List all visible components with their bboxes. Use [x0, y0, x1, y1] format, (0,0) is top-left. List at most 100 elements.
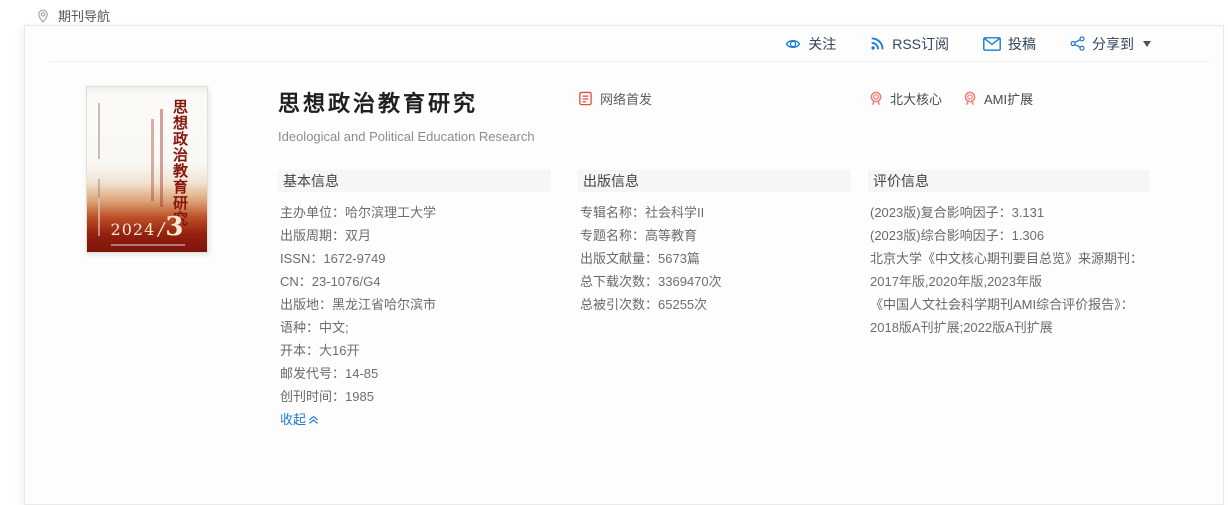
- row-label: 出版周期：: [280, 228, 345, 243]
- section-publication-info: 出版信息 专辑名称：社会科学II 专题名称：高等教育 出版文献量：5673篇 总…: [578, 170, 851, 431]
- cover-decor-strip: [151, 119, 154, 201]
- section-evaluation-info: 评价信息 (2023版)复合影响因子：3.131 (2023版)综合影响因子：1…: [868, 170, 1149, 431]
- row-value: 中文;: [319, 320, 349, 335]
- row-label: 创刊时间：: [280, 389, 345, 404]
- info-row-host: 主办单位：哈尔滨理工大学: [280, 201, 551, 224]
- info-row-citations: 总被引次数：65255次: [580, 293, 851, 316]
- submit-label: 投稿: [1008, 34, 1036, 54]
- badge-label: 北大核心: [890, 89, 942, 108]
- row-label: 专辑名称：: [580, 205, 645, 220]
- online-first-cell: 网络首发: [578, 86, 851, 144]
- row-label: 总下载次数：: [580, 274, 658, 289]
- row-value: 5673篇: [658, 251, 700, 266]
- row-value: 2017年版,2020年版,2023年版: [870, 274, 1042, 289]
- follow-button[interactable]: 关注: [785, 34, 836, 54]
- row-label: 总被引次数：: [580, 297, 658, 312]
- journal-title: 思想政治教育研究: [278, 86, 551, 118]
- collapse-link[interactable]: 收起: [280, 408, 319, 431]
- evaluation-info-rows: (2023版)复合影响因子：3.131 (2023版)综合影响因子：1.306 …: [868, 201, 1149, 339]
- row-value: 2018版A刊扩展;2022版A刊扩展: [870, 320, 1053, 335]
- info-row-topic: 专题名称：高等教育: [580, 224, 851, 247]
- core-badges: 北大核心 AMI扩展: [868, 86, 1223, 144]
- collapse-label: 收起: [280, 408, 306, 431]
- row-label: (2023版)复合影响因子：: [870, 205, 1012, 220]
- row-value: 3.131: [1012, 205, 1045, 220]
- info-row-founded: 创刊时间：1985: [280, 385, 551, 408]
- info-row-format: 开本：大16开: [280, 339, 551, 362]
- row-label: (2023版)综合影响因子：: [870, 228, 1012, 243]
- journal-info: 思想政治教育研究 Ideological and Political Educa…: [278, 86, 1223, 431]
- journal-cover[interactable]: 思想政治教育研究 2024/3: [86, 86, 208, 253]
- cover-title: 思想政治教育研究: [172, 99, 187, 227]
- submit-manuscript-button[interactable]: 投稿: [983, 34, 1036, 54]
- journal-title-en: Ideological and Political Education Rese…: [278, 129, 551, 144]
- journal-detail-card: 关注 RSS订阅 投稿: [24, 25, 1224, 505]
- info-row-ami-report: 《中国人文社会科学期刊AMI综合评价报告》： 2018版A刊扩展;2022版A刊扩…: [870, 293, 1149, 339]
- row-label: 出版文献量：: [580, 251, 658, 266]
- row-label: 语种：: [280, 320, 319, 335]
- badge-ami-extend: AMI扩展: [962, 89, 1033, 108]
- cover-issue: 3: [165, 212, 183, 242]
- cover-slash: /: [158, 219, 164, 240]
- row-label: 主办单位：: [280, 205, 345, 220]
- row-value: 23-1076/G4: [312, 274, 381, 289]
- action-bar: 关注 RSS订阅 投稿: [49, 26, 1209, 62]
- info-row-frequency: 出版周期：双月: [280, 224, 551, 247]
- cover-subline: [111, 244, 185, 246]
- row-value: 1672-9749: [323, 251, 385, 266]
- cover-decor-strip: [98, 103, 100, 159]
- section-heading: 出版信息: [578, 170, 851, 192]
- info-row-downloads: 总下载次数：3369470次: [580, 270, 851, 293]
- row-value: 哈尔滨理工大学: [345, 205, 436, 220]
- row-label: 出版地：: [280, 297, 332, 312]
- cover-year: 2024: [111, 220, 156, 239]
- info-row-postal-code: 邮发代号：14-85: [280, 362, 551, 385]
- section-basic-info: 基本信息 主办单位：哈尔滨理工大学 出版周期：双月 ISSN：1672-9749…: [278, 170, 551, 431]
- row-value: 大16开: [319, 343, 359, 358]
- info-row-pku-core-list: 北京大学《中文核心期刊要目总览》来源期刊： 2017年版,2020年版,2023年…: [870, 247, 1149, 293]
- info-row-language: 语种：中文;: [280, 316, 551, 339]
- badge-label: AMI扩展: [984, 89, 1033, 108]
- online-first-label: 网络首发: [600, 89, 652, 108]
- row-label: 专题名称：: [580, 228, 645, 243]
- row-label: 《中国人文社会科学期刊AMI综合评价报告》：: [870, 297, 1134, 312]
- row-label: 北京大学《中文核心期刊要目总览》来源期刊：: [870, 251, 1143, 266]
- info-columns: 基本信息 主办单位：哈尔滨理工大学 出版周期：双月 ISSN：1672-9749…: [278, 170, 1223, 431]
- row-value: 高等教育: [645, 228, 697, 243]
- badge-pku-core: 北大核心: [868, 89, 942, 108]
- journal-summary: 思想政治教育研究 2024/3 思想政治教育研究 Ideological and…: [25, 62, 1223, 431]
- info-row-composite-if: (2023版)复合影响因子：3.131: [870, 201, 1149, 224]
- eye-icon: [785, 36, 801, 52]
- chevron-up-icon: [308, 415, 319, 425]
- medal-icon: [962, 91, 978, 107]
- caret-down-icon: [1143, 41, 1151, 47]
- row-value: 1.306: [1012, 228, 1045, 243]
- row-value: 社会科学II: [645, 205, 704, 220]
- document-icon: [578, 91, 593, 106]
- info-row-series: 专辑名称：社会科学II: [580, 201, 851, 224]
- journal-header-row: 思想政治教育研究 Ideological and Political Educa…: [278, 86, 1223, 144]
- section-heading: 评价信息: [868, 170, 1149, 192]
- row-value: 14-85: [345, 366, 378, 381]
- breadcrumb-label[interactable]: 期刊导航: [58, 6, 110, 25]
- info-row-cn: CN：23-1076/G4: [280, 270, 551, 293]
- row-label: 开本：: [280, 343, 319, 358]
- row-value: 1985: [345, 389, 374, 404]
- row-label: 邮发代号：: [280, 366, 345, 381]
- medal-icon: [868, 91, 884, 107]
- online-first-badge: 网络首发: [578, 89, 652, 108]
- cover-decor-strip: [160, 109, 163, 207]
- info-row-place: 出版地：黑龙江省哈尔滨市: [280, 293, 551, 316]
- row-value: 65255次: [658, 297, 707, 312]
- location-pin-icon: [36, 9, 50, 23]
- rss-subscribe-button[interactable]: RSS订阅: [870, 34, 949, 54]
- rss-label: RSS订阅: [892, 34, 949, 54]
- journal-title-block: 思想政治教育研究 Ideological and Political Educa…: [278, 86, 551, 144]
- share-button[interactable]: 分享到: [1070, 34, 1151, 54]
- rss-icon: [870, 36, 885, 51]
- row-value: 黑龙江省哈尔滨市: [332, 297, 436, 312]
- info-row-article-count: 出版文献量：5673篇: [580, 247, 851, 270]
- mail-icon: [983, 37, 1001, 51]
- row-label: CN：: [280, 274, 312, 289]
- info-row-comprehensive-if: (2023版)综合影响因子：1.306: [870, 224, 1149, 247]
